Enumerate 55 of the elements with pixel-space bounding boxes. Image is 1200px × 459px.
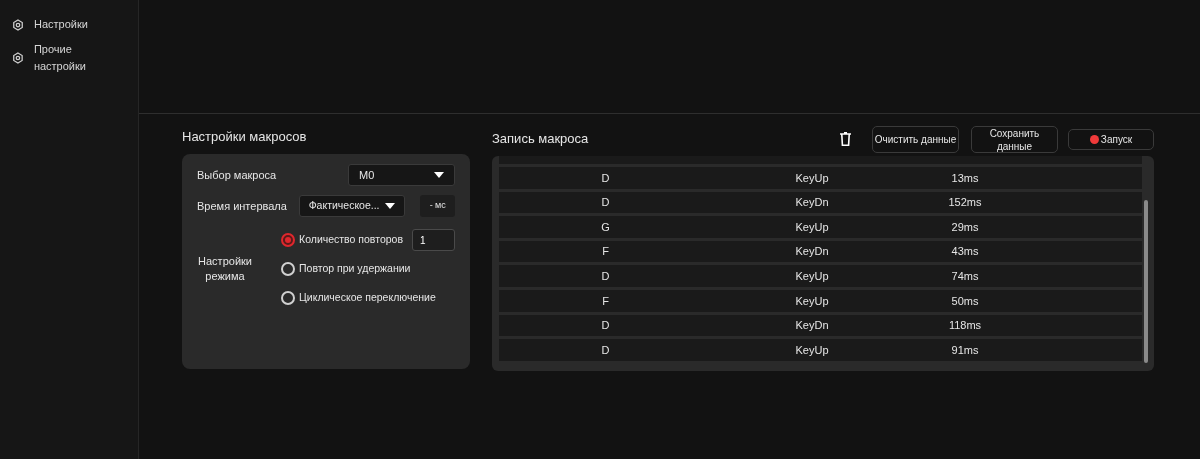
table-row[interactable]: F KeyUp 50ms: [499, 289, 1142, 312]
caret-icon: [434, 172, 444, 178]
key-cell-text: D: [600, 268, 611, 284]
key-cell-text: F: [601, 244, 610, 260]
key-cell-text: D: [600, 195, 611, 211]
action-cell-text: KeyUp: [794, 342, 830, 358]
radio-label: Количество повторов: [299, 232, 403, 248]
radio-label: Повтор при удержании: [299, 261, 411, 277]
delay-cell-text: 50ms: [950, 293, 980, 309]
table-row[interactable]: D KeyUp 74ms: [499, 265, 1142, 287]
section-title: Запись макроса: [492, 130, 590, 149]
section-title: Настройки макросов: [182, 128, 308, 146]
save-button[interactable]: Сохранить данные: [971, 125, 1058, 153]
action-cell-text: KeyDn: [794, 244, 830, 260]
key-cell-text: F: [601, 293, 610, 309]
trash-icon[interactable]: [840, 132, 851, 146]
key-cell-text: D: [600, 342, 611, 358]
delay-cell-text: 29ms: [950, 219, 980, 235]
table-row[interactable]: D KeyDn 118ms: [499, 314, 1142, 337]
delay-cell-text: 43ms: [950, 244, 980, 260]
delay-cell-text: 13ms: [950, 170, 980, 186]
delay-cell-text: 152ms: [947, 195, 983, 211]
delay-cell-text: 74ms: [950, 268, 980, 284]
caret-icon: [385, 203, 396, 209]
field-label: Выбор макроса: [197, 167, 277, 183]
settings-icon: [12, 18, 24, 31]
macro-dropdown[interactable]: M0: [348, 164, 455, 186]
action-cell-text: KeyDn: [794, 195, 830, 211]
table-row[interactable]: G KeyUp 29ms: [499, 216, 1142, 238]
key-cell-text: G: [600, 219, 611, 235]
action-cell-text: KeyDn: [794, 318, 830, 334]
table-row[interactable]: D KeyUp 91ms: [499, 339, 1142, 361]
action-cell-text: KeyUp: [794, 268, 830, 284]
delay-cell-text: 118ms: [947, 318, 983, 334]
field-label: Время интервала: [197, 198, 288, 214]
action-cell-text: KeyUp: [794, 293, 830, 309]
sidebar-item[interactable]: Прочие настройки: [0, 41, 138, 74]
radio-label: Циклическое переключение: [299, 290, 436, 306]
delay-cell-text: 91ms: [950, 342, 980, 358]
clear-button[interactable]: Очистить данные: [872, 125, 959, 153]
action-cell-text: KeyUp: [794, 170, 830, 186]
table-row[interactable]: F KeyDn 43ms: [499, 240, 1142, 263]
interval-dropdown[interactable]: Фактическое...: [298, 195, 406, 217]
sidebar-item[interactable]: Настройки: [0, 8, 138, 41]
table-row[interactable]: D KeyUp 13ms: [499, 167, 1142, 189]
repeat-count-field[interactable]: 1: [412, 229, 455, 251]
settings-icon: [12, 51, 24, 64]
key-cell-text: D: [600, 170, 611, 186]
interval-unit: - мс: [420, 195, 455, 217]
radio-button[interactable]: [281, 233, 296, 247]
field-label: Настройки режима: [197, 254, 253, 284]
key-cell-text: D: [600, 318, 611, 334]
run-button[interactable]: Запуск: [1068, 128, 1154, 150]
table-row[interactable]: D KeyDn 152ms: [499, 191, 1142, 214]
action-cell-text: KeyUp: [794, 219, 830, 235]
